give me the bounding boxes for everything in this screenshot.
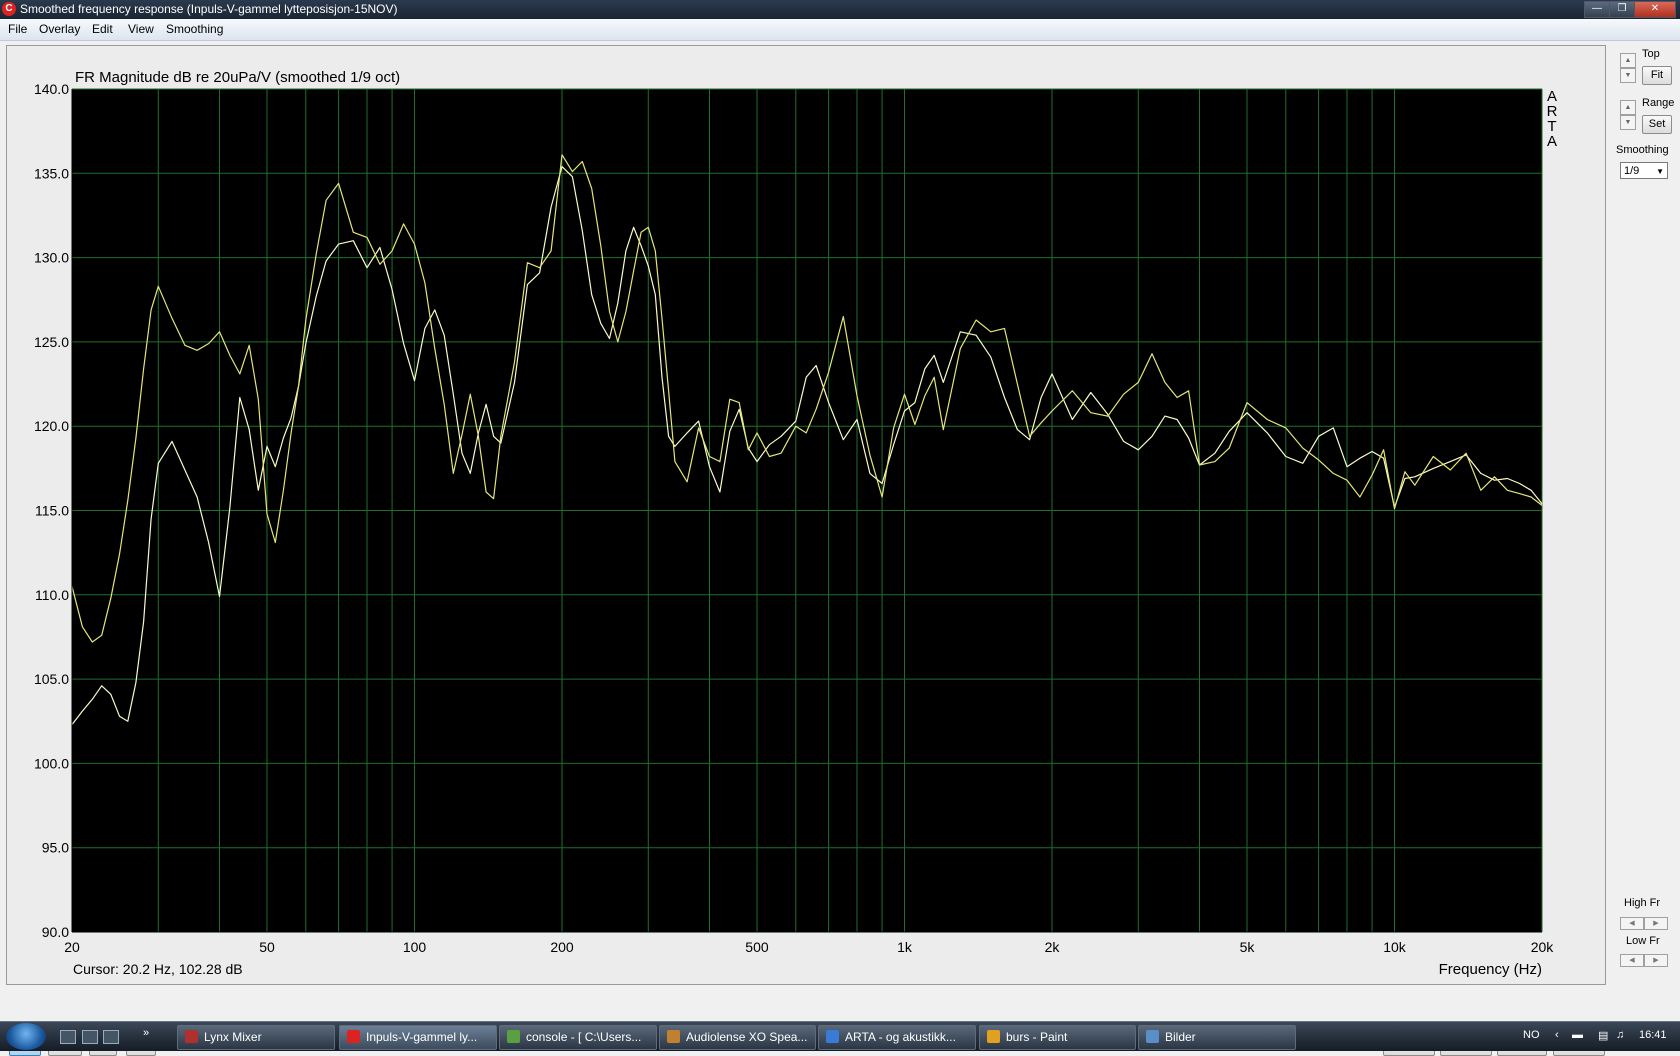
menu-overlay[interactable]: Overlay <box>39 22 80 36</box>
client-area: 140.0 135.0 130.0 125.0 120.0 115.0 110.0 105.0… <box>0 41 1680 1056</box>
taskbar-item-label: Lynx Mixer <box>204 1030 262 1044</box>
menu-file[interactable]: File <box>8 22 27 36</box>
x-tick-label: 100 <box>403 939 427 955</box>
y-tick-label: 90.0 <box>42 924 69 940</box>
top-down-spin[interactable]: ▼ <box>1620 68 1636 83</box>
y-tick-label: 125.0 <box>34 334 69 350</box>
taskbar-item-label: ARTA - og akustikk... <box>845 1030 956 1044</box>
taskbar-item-label: Audiolense XO Spea... <box>686 1030 808 1044</box>
plot-frame: 140.0 135.0 130.0 125.0 120.0 115.0 110.0 105.0… <box>6 45 1606 985</box>
quicklaunch-icon[interactable] <box>82 1030 98 1044</box>
menu-edit[interactable]: Edit <box>92 22 113 36</box>
x-tick-label: 200 <box>550 939 574 955</box>
x-tick-label: 10k <box>1383 939 1407 955</box>
high-fr-left-spin[interactable]: ◀ <box>1620 917 1644 930</box>
app-icon <box>987 1030 1000 1043</box>
chart-title: FR Magnitude dB re 20uPa/V (smoothed 1/9… <box>75 69 400 86</box>
volume-icon[interactable]: ♫ <box>1616 1029 1624 1041</box>
tray-icon[interactable]: ▬ <box>1572 1029 1583 1041</box>
taskbar-item-label: Inpuls-V-gammel ly... <box>366 1030 478 1044</box>
chevron-right-icon[interactable]: » <box>143 1027 149 1039</box>
title-bar: C Smoothed frequency response (Inpuls-V-… <box>0 0 1680 19</box>
language-indicator[interactable]: NO <box>1523 1029 1540 1041</box>
x-tick-label: 2k <box>1045 939 1061 955</box>
window-title: Smoothed frequency response (Inpuls-V-ga… <box>20 2 398 16</box>
fit-button[interactable]: Fit <box>1642 66 1672 85</box>
smoothing-select[interactable]: 1/9 ▼ <box>1620 162 1668 179</box>
app-icon <box>667 1030 680 1043</box>
menu-smoothing[interactable]: Smoothing <box>166 22 223 36</box>
minimize-button[interactable]: — <box>1584 1 1610 18</box>
y-tick-label: 135.0 <box>34 165 69 181</box>
taskbar-item[interactable]: Bilder <box>1138 1025 1296 1050</box>
range-up-spin[interactable]: ▲ <box>1620 100 1636 115</box>
taskbar-item-label: Bilder <box>1165 1030 1196 1044</box>
app-icon <box>347 1030 360 1043</box>
show-desktop-icon[interactable] <box>103 1030 119 1044</box>
arta-watermark-letter: A <box>1547 133 1557 150</box>
clock[interactable]: 16:41 <box>1639 1029 1667 1041</box>
taskbar-item-label: console - [ C:\Users... <box>526 1030 642 1044</box>
low-fr-right-spin[interactable]: ▶ <box>1644 954 1668 967</box>
quicklaunch-icon[interactable] <box>60 1030 76 1044</box>
tray-expand-icon[interactable]: ‹ <box>1555 1029 1559 1041</box>
taskbar-item[interactable]: Audiolense XO Spea... <box>659 1025 816 1050</box>
y-tick-label: 130.0 <box>34 250 69 266</box>
x-tick-label: 20 <box>64 939 80 955</box>
y-tick-label: 95.0 <box>42 840 69 856</box>
app-icon <box>185 1030 198 1043</box>
close-button[interactable]: ✕ <box>1634 1 1676 18</box>
taskbar-item[interactable]: console - [ C:\Users... <box>499 1025 657 1050</box>
range-down-spin[interactable]: ▼ <box>1620 115 1636 130</box>
smoothing-label: Smoothing <box>1616 144 1669 156</box>
network-icon[interactable]: ▤ <box>1598 1029 1608 1042</box>
x-tick-label: 20k <box>1531 939 1555 955</box>
x-axis-label: Frequency (Hz) <box>1439 961 1542 978</box>
app-icon <box>826 1030 839 1043</box>
chevron-down-icon: ▼ <box>1656 167 1664 176</box>
taskbar-item[interactable]: ARTA - og akustikk... <box>818 1025 976 1050</box>
y-tick-label: 110.0 <box>35 587 69 603</box>
range-label: Range <box>1642 97 1675 109</box>
taskbar-item[interactable]: Lynx Mixer <box>177 1025 335 1050</box>
top-label: Top <box>1642 48 1660 60</box>
start-button[interactable] <box>6 1023 46 1050</box>
y-tick-label: 120.0 <box>34 418 69 434</box>
taskbar-item-label: burs - Paint <box>1006 1030 1068 1044</box>
x-tick-label: 5k <box>1240 939 1256 955</box>
x-tick-label: 50 <box>259 939 275 955</box>
maximize-button[interactable]: ❐ <box>1609 1 1635 18</box>
taskbar: » Lynx Mixer Inpuls-V-gammel ly... console… <box>0 1021 1680 1051</box>
taskbar-item[interactable]: Inpuls-V-gammel ly... <box>339 1025 497 1050</box>
y-tick-label: 115.0 <box>35 503 69 519</box>
set-button[interactable]: Set <box>1642 115 1672 134</box>
menu-bar: File Overlay Edit View Smoothing <box>0 19 1680 41</box>
app-icon <box>507 1030 520 1043</box>
right-panel: ▲ ▼ Top Fit ▲ ▼ Range Set Smoothing 1/9 … <box>1606 41 1680 1021</box>
low-fr-label: Low Fr <box>1626 935 1660 947</box>
y-tick-label: 105.0 <box>34 671 69 687</box>
app-icon <box>1146 1030 1159 1043</box>
menu-view[interactable]: View <box>128 22 154 36</box>
y-tick-label: 100.0 <box>34 755 69 771</box>
high-fr-label: High Fr <box>1624 897 1661 909</box>
taskbar-item[interactable]: burs - Paint <box>979 1025 1136 1050</box>
cursor-readout: Cursor: 20.2 Hz, 102.28 dB <box>73 961 243 977</box>
y-tick-label: 140.0 <box>34 81 69 97</box>
frequency-response-chart[interactable]: 140.0 135.0 130.0 125.0 120.0 115.0 110.0 105.0… <box>7 46 1605 984</box>
app-icon: C <box>2 2 16 16</box>
high-fr-right-spin[interactable]: ▶ <box>1644 917 1668 930</box>
low-fr-left-spin[interactable]: ◀ <box>1620 954 1644 967</box>
smoothing-value: 1/9 <box>1624 165 1640 177</box>
top-up-spin[interactable]: ▲ <box>1620 53 1636 68</box>
x-tick-label: 1k <box>897 939 913 955</box>
x-tick-label: 500 <box>745 939 769 955</box>
